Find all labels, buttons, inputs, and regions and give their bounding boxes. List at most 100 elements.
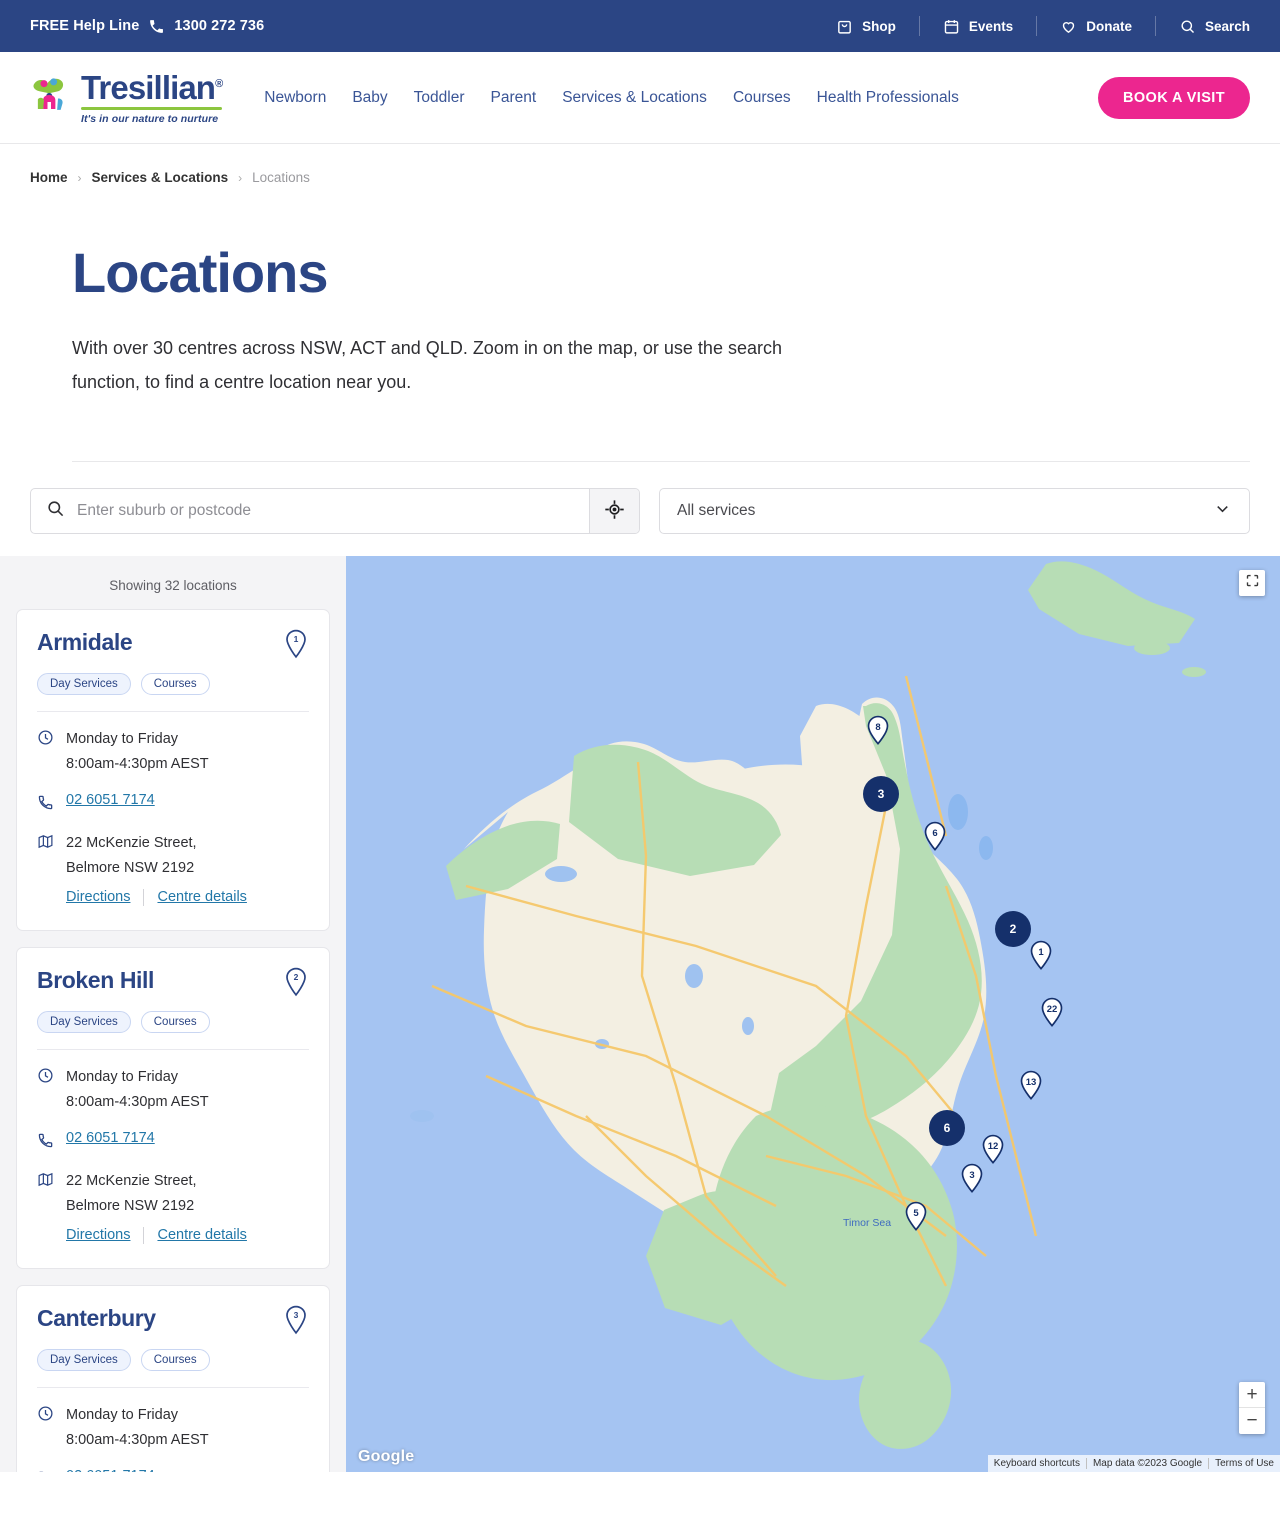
address-line-1: 22 McKenzie Street,	[66, 835, 197, 852]
location-card[interactable]: Armidale 1 Day Services Courses Monday t…	[16, 609, 330, 932]
search-icon	[46, 499, 65, 523]
phone-link[interactable]: 02 6051 7174	[66, 1130, 155, 1154]
tresillian-logo-icon	[30, 73, 81, 122]
phone-icon	[148, 18, 165, 35]
card-divider	[37, 711, 309, 713]
utility-link-events[interactable]: Events	[918, 16, 1036, 36]
map-cluster-marker[interactable]: 6	[929, 1110, 965, 1147]
logo[interactable]: Tresillian® It's in our nature to nurtur…	[30, 71, 223, 125]
map-pin-icon[interactable]: 1	[283, 629, 309, 659]
breadcrumb-item-locations: Locations	[252, 170, 310, 185]
phone-icon	[37, 1468, 54, 1473]
nav-item-baby[interactable]: Baby	[352, 89, 387, 107]
search-input-wrap	[31, 489, 589, 534]
service-tags: Day Services Courses	[37, 673, 309, 696]
map-pin-icon[interactable]: 3	[283, 1305, 309, 1335]
terms-of-use-link[interactable]: Terms of Use	[1209, 1455, 1280, 1472]
card-header: Canterbury 3	[37, 1305, 309, 1335]
service-tag-courses[interactable]: Courses	[140, 1348, 210, 1371]
helpline-label: FREE Help Line	[30, 18, 140, 34]
link-divider	[143, 1226, 145, 1244]
card-header: Armidale 1	[37, 629, 309, 659]
centre-details-link[interactable]: Centre details	[157, 1223, 246, 1248]
search-input[interactable]	[77, 489, 574, 534]
card-action-links: Directions Centre details	[66, 1223, 247, 1248]
nav-item-parent[interactable]: Parent	[491, 89, 537, 107]
service-tag-day-services[interactable]: Day Services	[37, 1348, 131, 1371]
logo-tagline: It's in our nature to nurture	[81, 112, 219, 125]
map-zoom-controls: + −	[1239, 1382, 1265, 1435]
service-tag-day-services[interactable]: Day Services	[37, 673, 131, 696]
phone-icon	[37, 792, 54, 816]
use-my-location-button[interactable]	[589, 489, 639, 534]
phone-link[interactable]: 02 6051 7174	[66, 1468, 155, 1473]
location-card[interactable]: Canterbury 3 Day Services Courses Monday…	[16, 1284, 330, 1473]
hours-row: Monday to Friday 8:00am-4:30pm AEST	[37, 1065, 309, 1115]
breadcrumb-item-services-locations[interactable]: Services & Locations	[92, 170, 229, 185]
utility-link-shop[interactable]: Shop	[813, 16, 919, 36]
locations-content: Showing 32 locations Armidale 1 Day Serv…	[0, 556, 1280, 1473]
utility-link-label: Shop	[862, 18, 896, 34]
service-tag-day-services[interactable]: Day Services	[37, 1011, 131, 1034]
phone-icon	[37, 1130, 54, 1154]
hours-row: Monday to Friday 8:00am-4:30pm AEST	[37, 1403, 309, 1453]
map-marker-pin[interactable]: 1	[1029, 940, 1053, 975]
address-text: 22 McKenzie Street, Belmore NSW 2192 Dir…	[66, 831, 247, 910]
map-marker-pin[interactable]: 12	[981, 1134, 1005, 1169]
nav-item-health-professionals[interactable]: Health Professionals	[817, 89, 959, 107]
map-pin-icon[interactable]: 2	[283, 967, 309, 997]
map-marker-pin[interactable]: 5	[904, 1201, 928, 1236]
locations-map[interactable]: Solomon Sea Timor Sea Coral Sea Great Au…	[346, 556, 1280, 1473]
location-name: Armidale	[37, 629, 133, 656]
map-fullscreen-button[interactable]	[1239, 570, 1265, 597]
utility-links: Shop Events Donate Search	[813, 16, 1250, 36]
logo-text: Tresillian® It's in our nature to nurtur…	[81, 71, 223, 125]
hours-days: Monday to Friday	[66, 1069, 179, 1086]
link-divider	[143, 889, 145, 907]
marker-number: 22	[1046, 1004, 1058, 1016]
helpline-number[interactable]: 1300 272 736	[174, 18, 264, 34]
logo-underline	[81, 106, 223, 110]
keyboard-shortcuts-link[interactable]: Keyboard shortcuts	[988, 1455, 1086, 1472]
map-cluster-marker[interactable]: 2	[995, 911, 1031, 948]
phone-row: 02 6051 7174	[37, 1130, 309, 1154]
utility-link-donate[interactable]: Donate	[1036, 16, 1155, 36]
search-icon	[1179, 18, 1196, 35]
utility-link-label: Donate	[1086, 18, 1132, 34]
directions-link[interactable]: Directions	[66, 1223, 130, 1248]
map-marker-pin[interactable]: 6	[923, 821, 947, 856]
hero-subtitle: With over 30 centres across NSW, ACT and…	[72, 338, 782, 393]
map-cluster-marker[interactable]: 3	[863, 776, 899, 813]
results-count: Showing 32 locations	[109, 578, 237, 594]
cluster-count: 6	[943, 1121, 951, 1136]
nav-item-toddler[interactable]: Toddler	[414, 89, 465, 107]
map-marker-pin[interactable]: 3	[960, 1163, 984, 1198]
marker-number: 8	[875, 722, 881, 734]
address-line-2: Belmore NSW 2192	[66, 1197, 195, 1214]
phone-link[interactable]: 02 6051 7174	[66, 792, 155, 816]
centre-details-link[interactable]: Centre details	[157, 885, 246, 910]
svg-text:2: 2	[294, 972, 299, 982]
location-name: Broken Hill	[37, 967, 155, 994]
map-attribution: Keyboard shortcuts Map data ©2023 Google…	[987, 1455, 1280, 1473]
utility-link-label: Events	[968, 18, 1014, 34]
directions-link[interactable]: Directions	[66, 885, 130, 910]
map-marker-pin[interactable]: 8	[866, 715, 890, 750]
book-a-visit-button[interactable]: BOOK A VISIT	[1097, 76, 1250, 119]
helpline: FREE Help Line 1300 272 736	[30, 18, 264, 35]
nav-item-services-locations[interactable]: Services & Locations	[562, 89, 707, 107]
map-zoom-in-button[interactable]: +	[1239, 1382, 1265, 1409]
map-marker-pin[interactable]: 22	[1040, 997, 1064, 1032]
cluster-count: 3	[877, 787, 885, 802]
map-marker-pin[interactable]: 13	[1019, 1070, 1043, 1105]
service-tag-courses[interactable]: Courses	[140, 1011, 210, 1034]
utility-link-search[interactable]: Search	[1154, 16, 1250, 36]
location-card[interactable]: Broken Hill 2 Day Services Courses Monda…	[16, 947, 330, 1269]
nav-item-courses[interactable]: Courses	[733, 89, 791, 107]
map-zoom-out-button[interactable]: −	[1239, 1408, 1265, 1434]
service-tag-courses[interactable]: Courses	[140, 673, 210, 696]
breadcrumb-item-home[interactable]: Home	[30, 170, 68, 185]
nav-item-newborn[interactable]: Newborn	[264, 89, 326, 107]
service-filter-select[interactable]: All services	[659, 488, 1250, 535]
svg-text:3: 3	[294, 1310, 299, 1320]
